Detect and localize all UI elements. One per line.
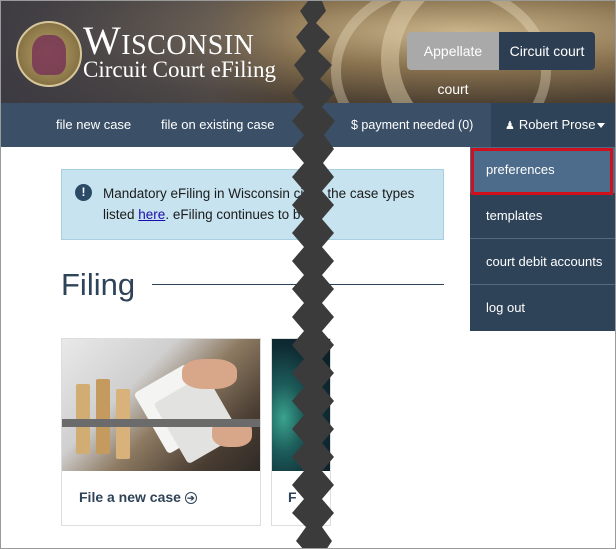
menu-item-court-debit-accounts[interactable]: court debit accounts xyxy=(470,239,615,285)
user-icon: ♟ xyxy=(505,120,515,132)
brand-subtitle: Circuit Court eFiling xyxy=(83,57,276,82)
user-menu-toggle[interactable]: ♟ Robert Prose xyxy=(491,103,615,147)
menu-item-preferences[interactable]: preferences xyxy=(470,147,615,193)
screenshot-tear-divider xyxy=(292,1,335,548)
case-types-link[interactable]: here xyxy=(138,207,165,222)
app-window: Wisconsin Circuit Court eFiling Appellat… xyxy=(0,0,616,549)
file-new-case-card[interactable]: File a new case ➔ xyxy=(61,338,261,526)
menu-item-log-out[interactable]: log out xyxy=(470,285,615,331)
circuit-court-button[interactable]: Circuit court xyxy=(499,32,595,70)
file-new-case-label: File a new case ➔ xyxy=(79,489,197,505)
appellate-court-button[interactable]: Appellate court xyxy=(407,32,499,97)
nav-payment-needed[interactable]: $ payment needed (0) xyxy=(351,103,473,147)
info-alert: ! Mandatory eFiling in Wisconsin ci the c… xyxy=(61,169,444,240)
nav-file-existing-case[interactable]: file on existing case xyxy=(161,103,274,147)
file-cabinet-image xyxy=(62,339,260,471)
arrow-right-circle-icon: ➔ xyxy=(184,492,197,505)
menu-item-templates[interactable]: templates xyxy=(470,193,615,239)
court-seal-logo xyxy=(16,21,82,87)
alert-text: Mandatory eFiling in Wisconsin ci the cas… xyxy=(103,186,415,222)
brand-title: Wisconsin xyxy=(83,18,255,63)
nav-file-new-case[interactable]: file new case xyxy=(56,103,131,147)
user-dropdown-menu: preferences templates court debit accoun… xyxy=(470,147,615,331)
court-toggle: Appellate court Circuit court xyxy=(407,32,595,97)
caret-down-icon xyxy=(597,123,606,129)
page-title: Filing xyxy=(61,267,136,302)
exclamation-icon: ! xyxy=(75,184,92,201)
user-name: Robert Prose xyxy=(518,117,596,132)
